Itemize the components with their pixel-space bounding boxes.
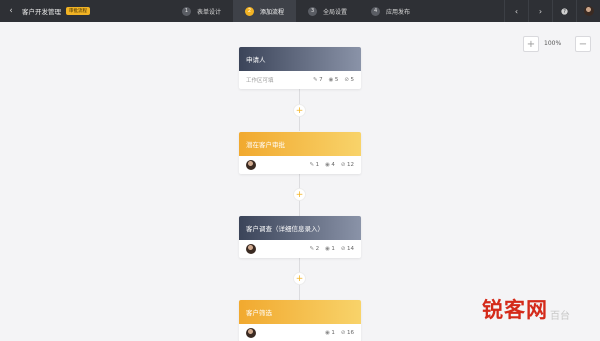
tab-label: 添加流程 bbox=[260, 8, 285, 16]
pencil-icon: ✎ bbox=[309, 162, 315, 168]
edit-count: ✎ 7 bbox=[313, 77, 323, 83]
edit-count-value: 2 bbox=[315, 246, 320, 252]
hidden-count: ⊘ 12 bbox=[341, 162, 354, 168]
node-body-text: 工作区可填 bbox=[246, 78, 274, 84]
eye-icon: ◉ bbox=[325, 330, 330, 336]
minus-icon: − bbox=[578, 38, 588, 50]
node-body: ✎ 1 ◉ 4 ⊘ 12 bbox=[239, 156, 361, 174]
flow-node-lead-approval[interactable]: 潜在客户审批 ✎ 1 ◉ 4 ⊘ 12 bbox=[239, 132, 361, 174]
plus-icon: + bbox=[526, 38, 536, 50]
node-body: ◉ 1 ⊘ 16 bbox=[239, 324, 361, 341]
eye-off-icon: ⊘ bbox=[340, 330, 346, 336]
avatar bbox=[246, 244, 256, 254]
view-count: ◉ 1 bbox=[325, 246, 335, 252]
avatar bbox=[246, 328, 256, 338]
step-tabs: 1 表单设计 2 添加流程 3 全局设置 4 应用发布 bbox=[170, 0, 422, 22]
eye-icon: ◉ bbox=[325, 246, 330, 252]
node-stats: ◉ 1 ⊘ 16 bbox=[325, 330, 354, 336]
node-title: 潜在客户审批 bbox=[239, 132, 361, 156]
flow-node-customer-survey[interactable]: 客户调查（详细信息录入） ✎ 2 ◉ 1 ⊘ 14 bbox=[239, 216, 361, 258]
add-node-button[interactable]: + bbox=[293, 272, 306, 285]
add-node-button[interactable]: + bbox=[293, 188, 306, 201]
tab-global-settings[interactable]: 3 全局设置 bbox=[296, 0, 359, 22]
hidden-count-value: 14 bbox=[347, 246, 354, 252]
node-body: 工作区可填 ✎ 7 ◉ 5 ⊘ 5 bbox=[239, 71, 361, 89]
view-count-value: 5 bbox=[334, 77, 339, 83]
watermark: 锐客网 百台 bbox=[482, 294, 570, 324]
watermark-sub-text: 百台 bbox=[550, 311, 570, 322]
view-count: ◉ 5 bbox=[329, 77, 339, 83]
view-count: ◉ 1 bbox=[325, 330, 335, 336]
tab-app-publish[interactable]: 4 应用发布 bbox=[359, 0, 422, 22]
node-title: 申请人 bbox=[239, 47, 361, 71]
flow-node-customer-screening[interactable]: 客户筛选 ◉ 1 ⊘ 16 bbox=[239, 300, 361, 341]
hidden-count-value: 5 bbox=[350, 77, 355, 83]
help-icon[interactable]: ? bbox=[552, 0, 576, 22]
flow-node-applicant[interactable]: 申请人 工作区可填 ✎ 7 ◉ 5 ⊘ 5 bbox=[239, 47, 361, 89]
avatar bbox=[583, 6, 594, 16]
hidden-count: ⊘ 5 bbox=[344, 77, 354, 83]
tab-label: 应用发布 bbox=[386, 8, 411, 16]
node-body: ✎ 2 ◉ 1 ⊘ 14 bbox=[239, 240, 361, 258]
hidden-count: ⊘ 16 bbox=[341, 330, 354, 336]
back-chevron-icon[interactable]: ‹ bbox=[4, 6, 18, 16]
edit-count: ✎ 2 bbox=[309, 246, 319, 252]
view-count-value: 4 bbox=[331, 162, 335, 168]
tab-form-design[interactable]: 1 表单设计 bbox=[170, 0, 233, 22]
zoom-out-button[interactable]: − bbox=[575, 36, 591, 52]
view-count: ◉ 4 bbox=[325, 162, 335, 168]
step-number: 1 bbox=[182, 6, 191, 16]
hidden-count-value: 16 bbox=[347, 330, 354, 336]
zoom-level: 100% bbox=[544, 40, 562, 47]
hidden-count: ⊘ 14 bbox=[341, 246, 354, 252]
tab-label: 全局设置 bbox=[323, 8, 348, 16]
hidden-count-value: 12 bbox=[347, 162, 354, 168]
step-number: 3 bbox=[308, 6, 318, 16]
status-badge: 审批流程 bbox=[66, 7, 90, 15]
eye-icon: ◉ bbox=[325, 162, 330, 168]
plus-icon: + bbox=[295, 273, 304, 284]
node-stats: ✎ 1 ◉ 4 ⊘ 12 bbox=[309, 162, 354, 168]
pencil-icon: ✎ bbox=[312, 77, 318, 83]
zoom-in-button[interactable]: + bbox=[523, 36, 539, 52]
node-stats: ✎ 2 ◉ 1 ⊘ 14 bbox=[309, 246, 354, 252]
chevron-left-icon[interactable]: ‹ bbox=[504, 0, 528, 22]
node-stats: ✎ 7 ◉ 5 ⊘ 5 bbox=[313, 77, 354, 83]
edit-count: ✎ 1 bbox=[309, 162, 319, 168]
edit-count-value: 7 bbox=[319, 77, 323, 83]
eye-off-icon: ⊘ bbox=[340, 246, 346, 252]
help-icon-svg: ? bbox=[561, 7, 568, 15]
step-number: 2 bbox=[245, 6, 255, 16]
plus-icon: + bbox=[295, 189, 304, 200]
user-avatar-button[interactable] bbox=[576, 0, 600, 22]
eye-off-icon: ⊘ bbox=[344, 77, 349, 83]
view-count-value: 1 bbox=[331, 246, 335, 252]
eye-icon: ◉ bbox=[328, 77, 334, 83]
plus-icon: + bbox=[295, 105, 304, 116]
tab-label: 表单设计 bbox=[197, 8, 222, 16]
node-title: 客户调查（详细信息录入） bbox=[239, 216, 361, 240]
top-bar: ‹ 客户开发管理 审批流程 1 表单设计 2 添加流程 3 全局设置 4 应用发… bbox=[0, 0, 600, 22]
add-node-button[interactable]: + bbox=[293, 104, 306, 117]
app-title: 客户开发管理 bbox=[22, 8, 61, 16]
pencil-icon: ✎ bbox=[309, 246, 315, 252]
chevron-right-icon[interactable]: › bbox=[528, 0, 552, 22]
header-actions: ‹ › ? bbox=[504, 0, 600, 22]
avatar bbox=[246, 160, 256, 170]
step-number: 4 bbox=[371, 6, 381, 16]
watermark-logo-text: 锐客网 bbox=[482, 297, 548, 322]
svg-text:?: ? bbox=[563, 9, 566, 15]
edit-count-value: 1 bbox=[315, 162, 320, 168]
tab-add-process[interactable]: 2 添加流程 bbox=[233, 0, 297, 22]
view-count-value: 1 bbox=[331, 330, 335, 336]
eye-off-icon: ⊘ bbox=[340, 162, 346, 168]
node-title: 客户筛选 bbox=[239, 300, 361, 324]
